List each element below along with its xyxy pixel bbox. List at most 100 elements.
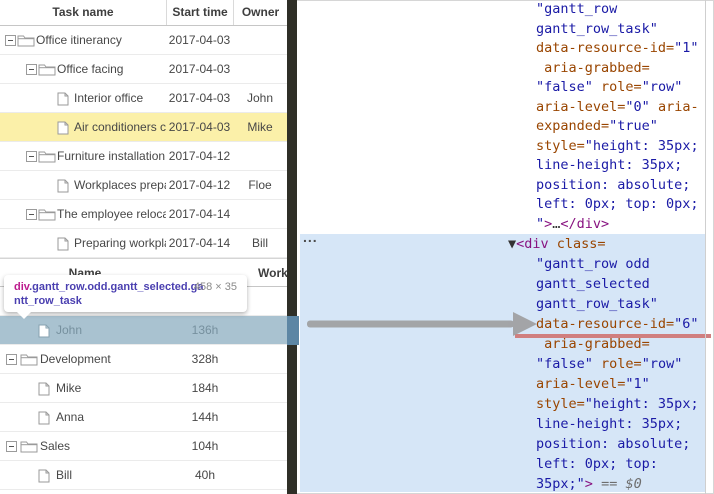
task-row-preparing-workplace[interactable]: Preparing workplace2017-04-14 Bill	[0, 229, 287, 258]
resource-row-mike[interactable]: Mike 184h	[0, 374, 287, 403]
file-icon	[38, 411, 50, 430]
attribute-value-token: line-height: 35px;	[536, 157, 683, 173]
start-time-cell: 2017-04-03	[168, 33, 231, 47]
node-above-line-11[interactable]: left: 0px; top: 0px;	[297, 195, 706, 215]
collapse-expander[interactable]	[26, 209, 37, 220]
task-row-furniture-installation[interactable]: Furniture installation 2017-04-12	[0, 142, 287, 171]
collapse-expander[interactable]	[26, 64, 37, 75]
selected-node-line-12[interactable]: left: 0px; top:	[300, 454, 705, 474]
task-name-label: Preparing workplace	[74, 236, 166, 250]
annotation-red-underline	[515, 334, 711, 338]
workload-cell: 136h	[191, 323, 219, 337]
selected-node-line-13[interactable]: 35px;"> == $0	[300, 474, 705, 494]
attribute-name-token: aria-	[657, 98, 699, 115]
folder-icon	[20, 353, 38, 371]
column-header-workload: Workload	[258, 266, 287, 280]
tooltip-class-list-line1: .gantt_row.odd.gantt_selected.ga	[29, 281, 204, 293]
selected-node-line-2[interactable]: "gantt_row odd	[300, 254, 705, 274]
node-above-line-12[interactable]: ">…</div>	[297, 215, 706, 235]
start-time-cell: 2017-04-14	[168, 207, 231, 221]
selected-node-line-9[interactable]: style="height: 35px;	[300, 394, 705, 414]
node-above-line-1[interactable]: "gantt_row	[297, 0, 706, 20]
node-above-line-10[interactable]: position: absolute;	[297, 176, 706, 196]
file-icon	[57, 237, 69, 256]
task-row-air-conditioners-check[interactable]: Air conditioners check2017-04-03 Mike	[0, 113, 287, 142]
folder-icon	[17, 34, 35, 52]
attribute-name-token: role=	[601, 356, 642, 372]
attribute-name-token: aria-grabbed=	[536, 59, 650, 76]
attribute-name-token: data-resource-id=	[536, 40, 675, 56]
attribute-value-token: 35px;"	[536, 476, 585, 492]
collapse-expander[interactable]	[5, 35, 16, 46]
resource-row-sales[interactable]: Sales 104h	[0, 432, 287, 461]
node-above-line-3[interactable]: data-resource-id="1"	[297, 39, 706, 59]
attribute-value-token: "0"	[625, 98, 650, 115]
selected-node-line-7[interactable]: "false" role="row"	[300, 354, 705, 374]
resource-row-bill[interactable]: Bill 40h	[0, 461, 287, 490]
tag-token: </div>	[560, 215, 610, 232]
task-name-label: Development	[40, 352, 111, 366]
folder-icon	[20, 440, 38, 458]
task-row-office-itinerancy[interactable]: Office itinerancy 2017-04-03	[0, 26, 287, 55]
attribute-value-token: left: 0px; top:	[536, 456, 658, 472]
tag-token: <div	[516, 236, 557, 252]
resource-row-anna[interactable]: Anna 144h	[0, 403, 287, 432]
resource-row-development[interactable]: Development 328h	[0, 345, 287, 374]
attribute-value-token: "row"	[641, 356, 683, 372]
node-above-line-8[interactable]: style="height: 35px;	[297, 137, 706, 157]
attribute-value-token: "	[536, 215, 545, 232]
console-reference-token: == $0	[601, 476, 642, 492]
selected-node-line-1[interactable]: ▼<div class=	[300, 234, 705, 254]
start-time-cell: 2017-04-03	[168, 120, 231, 134]
devtools-ellipsis-button[interactable]: ...	[303, 230, 318, 244]
attribute-value-token: gantt_selected	[536, 276, 650, 292]
devtools-selected-node[interactable]: ... ▼<div class= "gantt_row odd gantt_sele…	[300, 230, 711, 494]
task-name-label: Anna	[56, 410, 85, 424]
node-above-line-5[interactable]: "false" role="row"	[297, 78, 706, 98]
attribute-name-token: aria-level=	[536, 98, 626, 115]
inspect-tooltip: div.gantt_row.odd.gantt_selected.ga ntt_…	[4, 275, 247, 319]
owner-cell: Mike	[247, 120, 273, 134]
attribute-value-token: position: absolute;	[536, 436, 691, 452]
panel-splitter[interactable]	[287, 0, 297, 494]
owner-cell: John	[246, 91, 274, 105]
task-name-label: Interior office	[74, 91, 144, 105]
selected-node-line-10[interactable]: line-height: 35px;	[300, 414, 705, 434]
text-token: ▼	[508, 236, 517, 252]
folder-icon	[38, 208, 56, 226]
selected-node-line-11[interactable]: position: absolute;	[300, 434, 705, 454]
task-row-workplaces-preparation[interactable]: Workplaces preparation2017-04-12 Floe	[0, 171, 287, 200]
collapse-expander[interactable]	[6, 441, 17, 452]
resource-row-john[interactable]: John 136h	[0, 316, 287, 345]
file-icon	[57, 92, 69, 111]
attribute-value-token: "false"	[536, 356, 593, 372]
node-above-line-4[interactable]: aria-grabbed=	[297, 59, 706, 79]
file-icon	[57, 179, 69, 198]
node-above-line-7[interactable]: expanded="true"	[297, 117, 706, 137]
tooltip-tag-name: div	[14, 281, 30, 293]
workload-cell: 184h	[191, 381, 219, 395]
collapse-expander[interactable]	[6, 354, 17, 365]
task-row-interior-office[interactable]: Interior office 2017-04-03 John	[0, 84, 287, 113]
start-time-cell: 2017-04-03	[168, 62, 231, 76]
selected-node-line-3[interactable]: gantt_selected	[300, 274, 705, 294]
collapse-expander[interactable]	[26, 151, 37, 162]
task-row-office-facing[interactable]: Office facing 2017-04-03	[0, 55, 287, 84]
task-name-label: Air conditioners check	[74, 120, 166, 134]
node-above-line-2[interactable]: gantt_row_task"	[297, 20, 706, 40]
start-time-cell: 2017-04-14	[168, 236, 231, 250]
task-name-label: Office itinerancy	[36, 33, 122, 47]
node-above-line-6[interactable]: aria-level="0" aria-	[297, 98, 706, 118]
task-row-the-employee-relocation[interactable]: The employee relocation2017-04-14	[0, 200, 287, 229]
column-header-start-time: Start time	[166, 0, 233, 25]
task-name-label: Bill	[56, 468, 73, 482]
start-time-cell: 2017-04-03	[168, 91, 231, 105]
selected-node-line-8[interactable]: aria-level="1"	[300, 374, 705, 394]
attribute-name-token: class=	[556, 236, 606, 252]
tooltip-class-list-line2: ntt_row_task	[14, 295, 82, 307]
node-above-line-9[interactable]: line-height: 35px;	[297, 156, 706, 176]
column-header-task-name: Task name	[52, 5, 114, 19]
